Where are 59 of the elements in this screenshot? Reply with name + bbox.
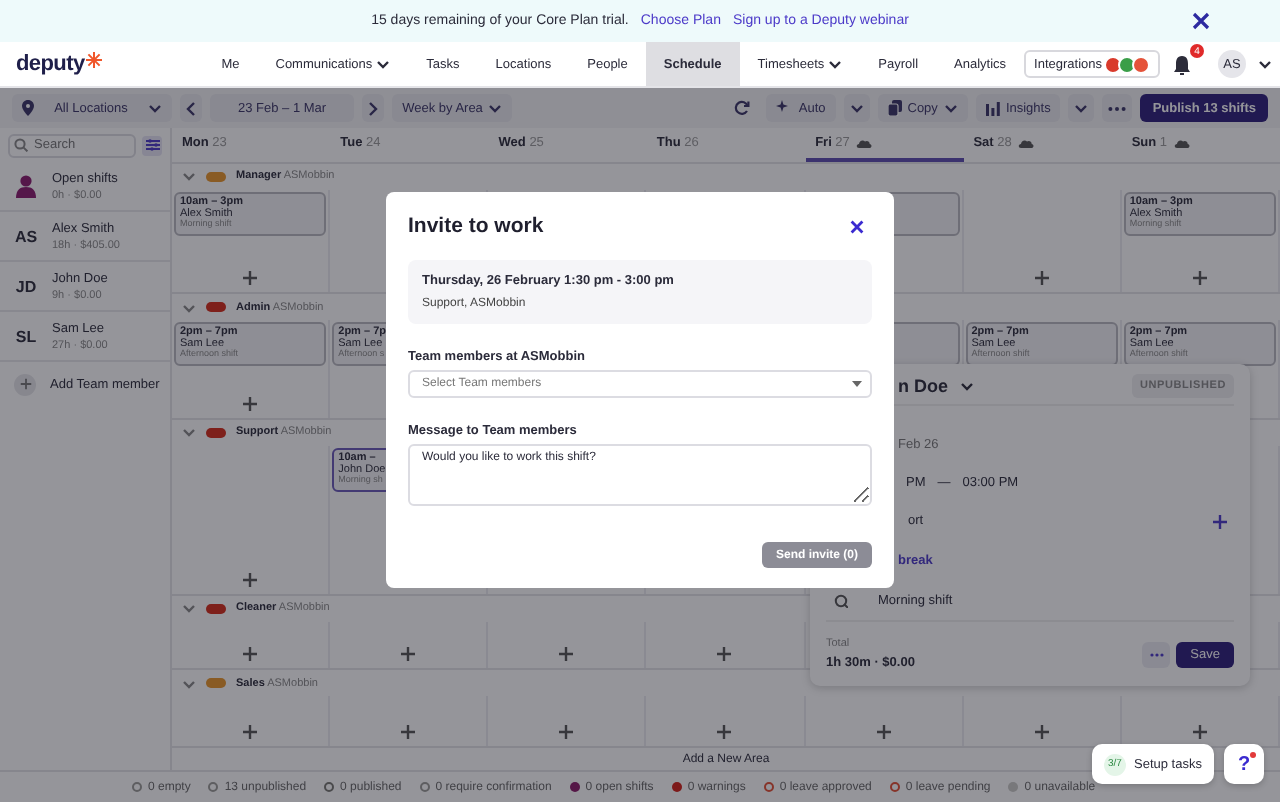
logo[interactable]: deputy [16, 52, 85, 76]
add-shift-icon[interactable] [875, 724, 892, 741]
caret-icon [1074, 102, 1089, 114]
more-button[interactable] [1102, 94, 1133, 122]
add-shift-icon[interactable] [558, 724, 575, 741]
filter-icon [145, 138, 159, 152]
copy-icon [887, 100, 902, 116]
add-shift-icon[interactable] [400, 724, 417, 741]
add-shift-icon[interactable] [400, 646, 417, 663]
add-shift-icon[interactable] [242, 646, 259, 663]
close-icon[interactable] [850, 219, 864, 233]
bar-chart-icon [985, 101, 1000, 115]
auto-options-button[interactable] [843, 94, 870, 122]
member-initials: SL [13, 327, 39, 345]
more-icon [1149, 651, 1164, 657]
close-icon[interactable] [1192, 12, 1210, 30]
search-icon [14, 138, 28, 152]
plus-icon [19, 378, 31, 390]
chevron-icon[interactable] [182, 170, 196, 183]
caret-icon [488, 102, 503, 114]
add-shift-icon[interactable] [242, 270, 259, 287]
add-shift-icon[interactable] [716, 646, 733, 663]
add-shift-icon[interactable] [242, 395, 259, 412]
more-icon [1108, 105, 1127, 111]
chevron-icon[interactable] [182, 301, 196, 314]
caret-icon [852, 380, 862, 388]
chevron-right-icon [368, 101, 379, 115]
add-shift-icon[interactable] [558, 646, 575, 663]
filter-button[interactable] [142, 135, 162, 155]
next-week-button[interactable] [362, 94, 385, 122]
add-shift-icon[interactable] [1191, 724, 1208, 741]
modal-title: Invite to work [408, 214, 544, 238]
refresh-icon[interactable] [734, 100, 751, 116]
member-initials: JD [13, 277, 39, 295]
caret-icon [943, 102, 958, 114]
bell-icon[interactable] [1172, 53, 1192, 75]
person-icon [14, 174, 38, 198]
add-shift-icon[interactable] [1033, 724, 1050, 741]
help-button[interactable]: ? [1224, 744, 1264, 784]
chevron-icon[interactable] [182, 426, 196, 439]
caret-icon[interactable] [1258, 58, 1272, 70]
insights-options-button[interactable] [1068, 94, 1095, 122]
add-shift-icon[interactable] [1191, 270, 1208, 287]
previous-week-button[interactable] [180, 94, 202, 122]
pin-icon [22, 100, 34, 116]
logo-star-icon [86, 52, 103, 68]
chevron-left-icon [186, 101, 196, 115]
member-initials: AS [12, 227, 40, 245]
caret-icon [849, 102, 864, 114]
add-shift-icon[interactable] [1033, 270, 1050, 287]
employee-name[interactable]: n Doe [898, 376, 949, 396]
chevron-icon[interactable] [182, 602, 196, 615]
plus-icon[interactable] [1212, 513, 1228, 529]
add-member-icon[interactable] [14, 373, 36, 395]
add-shift-icon[interactable] [716, 724, 733, 741]
chevron-icon[interactable] [182, 677, 196, 690]
add-shift-icon[interactable] [242, 724, 259, 741]
add-shift-icon[interactable] [242, 571, 259, 588]
caret-icon [148, 102, 162, 114]
